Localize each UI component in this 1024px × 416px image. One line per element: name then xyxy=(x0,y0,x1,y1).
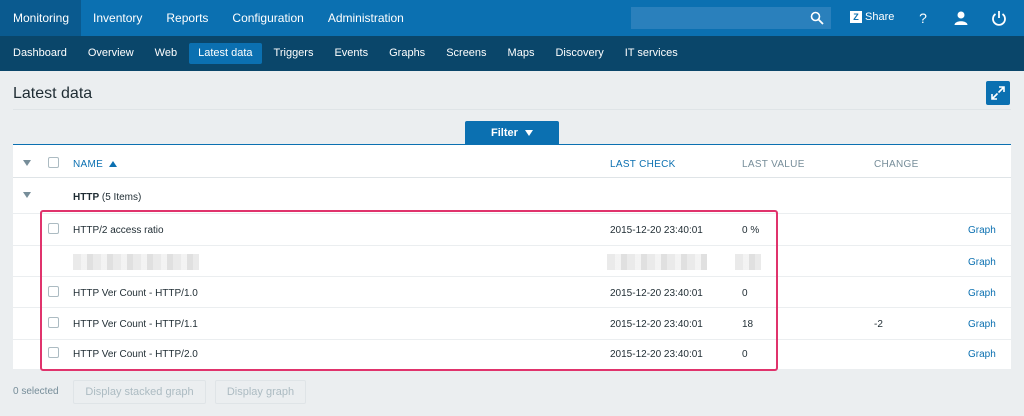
tab-graphs[interactable]: Graphs xyxy=(380,43,434,64)
help-icon[interactable]: ? xyxy=(915,10,931,26)
column-name-label: NAME xyxy=(73,159,104,170)
table-header: NAME LAST CHECK LAST VALUE CHANGE xyxy=(13,145,1011,178)
collapse-group-icon[interactable] xyxy=(23,192,31,198)
highlight-box xyxy=(40,210,778,371)
tab-events[interactable]: Events xyxy=(325,43,377,64)
group-count: (5 Items) xyxy=(101,192,142,203)
sub-navigation: Dashboard Overview Web Latest data Trigg… xyxy=(0,36,1024,71)
main-menu: Monitoring Inventory Reports Configurati… xyxy=(0,0,416,36)
column-change: CHANGE xyxy=(874,159,919,170)
column-name[interactable]: NAME xyxy=(73,159,118,170)
menu-inventory[interactable]: Inventory xyxy=(81,0,154,36)
search-input[interactable] xyxy=(631,7,831,29)
graph-link[interactable]: Graph xyxy=(968,257,996,268)
logout-icon[interactable] xyxy=(991,10,1007,26)
group-label: HTTP (5 Items) xyxy=(73,192,141,203)
tab-overview[interactable]: Overview xyxy=(79,43,143,64)
user-profile-icon[interactable] xyxy=(953,10,969,26)
menu-reports[interactable]: Reports xyxy=(154,0,220,36)
graph-link[interactable]: Graph xyxy=(968,225,996,236)
zabbix-logo-icon: Z xyxy=(850,11,862,23)
share-label: Share xyxy=(865,11,895,23)
tab-maps[interactable]: Maps xyxy=(499,43,544,64)
share-button[interactable]: Z Share xyxy=(850,11,894,23)
menu-configuration[interactable]: Configuration xyxy=(220,0,315,36)
caret-down-icon xyxy=(524,130,533,137)
selected-count: 0 selected xyxy=(13,386,59,397)
group-name: HTTP xyxy=(73,192,100,203)
sub-menu: Dashboard Overview Web Latest data Trigg… xyxy=(4,36,690,71)
tab-discovery[interactable]: Discovery xyxy=(546,43,612,64)
tab-dashboard[interactable]: Dashboard xyxy=(4,43,76,64)
item-change: -2 xyxy=(874,319,883,330)
page-title: Latest data xyxy=(13,85,93,102)
menu-monitoring[interactable]: Monitoring xyxy=(0,0,82,36)
display-stacked-graph-button[interactable]: Display stacked graph xyxy=(73,380,206,404)
select-all-checkbox[interactable] xyxy=(48,157,59,168)
display-graph-button[interactable]: Display graph xyxy=(215,380,306,404)
sort-ascending-icon xyxy=(109,161,118,167)
search-icon[interactable] xyxy=(810,11,824,25)
filter-label: Filter xyxy=(491,127,518,139)
tab-latest-data[interactable]: Latest data xyxy=(189,43,262,64)
filter-tab[interactable]: Filter xyxy=(465,121,559,145)
graph-link[interactable]: Graph xyxy=(968,288,996,299)
menu-administration[interactable]: Administration xyxy=(316,0,416,36)
fullscreen-icon xyxy=(991,86,1005,100)
graph-link[interactable]: Graph xyxy=(968,319,996,330)
graph-link[interactable]: Graph xyxy=(968,349,996,360)
tab-triggers[interactable]: Triggers xyxy=(265,43,323,64)
fullscreen-button[interactable] xyxy=(986,81,1010,105)
group-row: HTTP (5 Items) xyxy=(13,179,1011,214)
header-divider xyxy=(13,109,1011,110)
column-last-check[interactable]: LAST CHECK xyxy=(610,159,676,170)
tab-it-services[interactable]: IT services xyxy=(616,43,687,64)
tab-web[interactable]: Web xyxy=(146,43,186,64)
tab-screens[interactable]: Screens xyxy=(437,43,495,64)
column-last-value: LAST VALUE xyxy=(742,159,805,170)
collapse-all-icon[interactable] xyxy=(23,160,31,166)
top-navigation: Monitoring Inventory Reports Configurati… xyxy=(0,0,1024,36)
